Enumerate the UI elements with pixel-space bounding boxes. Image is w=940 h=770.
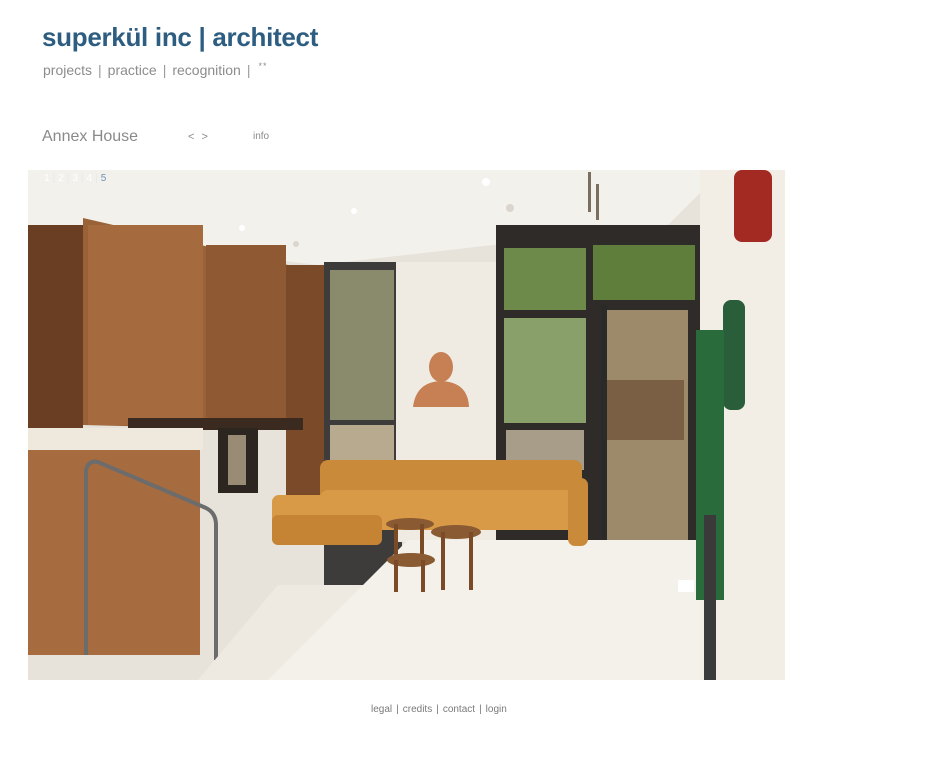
- nav-separator: |: [162, 62, 167, 78]
- nav-item-projects[interactable]: projects: [43, 62, 92, 78]
- project-arrows: < >: [188, 131, 210, 143]
- footer-link-credits[interactable]: credits: [403, 704, 432, 715]
- footer-link-contact[interactable]: contact: [443, 704, 475, 715]
- pager-page-4[interactable]: 4: [87, 173, 93, 184]
- footer-separator: |: [479, 704, 482, 715]
- living-room-image: [28, 170, 785, 680]
- main-nav: projects | practice | recognition | **: [43, 61, 268, 78]
- next-project-button[interactable]: >: [202, 131, 210, 143]
- pager-separator: |: [95, 173, 98, 184]
- pager-page-1[interactable]: 1: [44, 173, 50, 184]
- footer-separator: |: [436, 704, 439, 715]
- site-logo[interactable]: superkül inc | architect: [42, 22, 318, 53]
- pager-separator: |: [66, 173, 70, 184]
- pager-separator: |: [52, 173, 56, 184]
- project-title: Annex House: [42, 128, 139, 145]
- nav-item-extra[interactable]: **: [258, 61, 267, 71]
- image-pager: 1 | 2 | 3 | 4 | 5: [44, 173, 106, 184]
- nav-item-recognition[interactable]: recognition: [172, 62, 241, 78]
- project-info-link[interactable]: info: [253, 131, 269, 142]
- pager-page-2[interactable]: 2: [58, 173, 64, 184]
- footer-separator: |: [396, 704, 399, 715]
- nav-item-practice[interactable]: practice: [108, 62, 157, 78]
- project-photo: [28, 170, 785, 680]
- footer-link-legal[interactable]: legal: [371, 704, 392, 715]
- pager-page-5[interactable]: 5: [101, 173, 107, 184]
- footer-links: legal | credits | contact | login: [371, 704, 507, 715]
- nav-separator: |: [98, 62, 102, 78]
- prev-project-button[interactable]: <: [188, 131, 196, 143]
- footer-link-login[interactable]: login: [486, 704, 507, 715]
- nav-separator: |: [246, 62, 251, 78]
- pager-separator: |: [80, 173, 84, 184]
- pager-page-3[interactable]: 3: [72, 173, 78, 184]
